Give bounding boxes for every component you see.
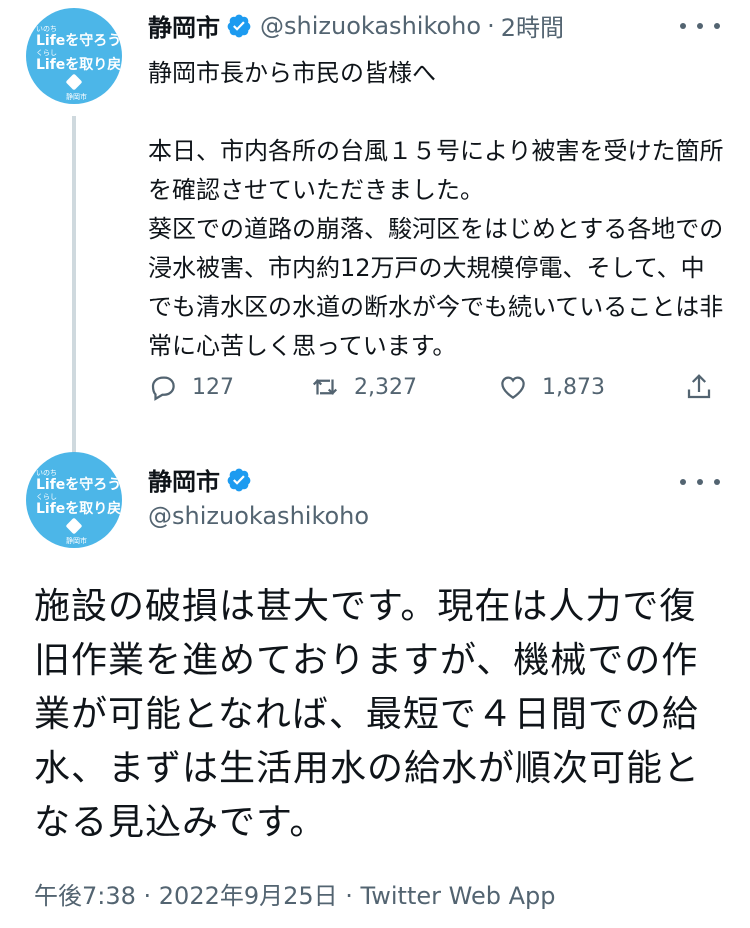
handle[interactable]: @shizuokashikoho bbox=[260, 12, 481, 40]
tweet-text: 施設の破損は甚大です。現在は人力で復旧作業を進めておりますが、機械での作業が可能… bbox=[34, 586, 701, 843]
tweet-time[interactable]: 2時間 bbox=[501, 8, 564, 43]
like-button[interactable]: 1,873 bbox=[498, 372, 605, 402]
share-button[interactable] bbox=[684, 372, 728, 402]
thread-connector bbox=[72, 116, 76, 460]
reply-button[interactable]: 127 bbox=[148, 372, 234, 402]
avatar[interactable]: いのち Lifeを守ろう くらし Lifeを取り戻そう 静岡市 bbox=[26, 8, 122, 104]
retweet-count: 2,327 bbox=[354, 374, 417, 400]
tweet-header: 静岡市 @shizuokashikoho · 2時間 bbox=[148, 8, 564, 43]
retweet-button[interactable]: 2,327 bbox=[310, 372, 417, 402]
reply-icon bbox=[151, 376, 175, 401]
verified-badge-icon bbox=[227, 468, 251, 491]
display-name[interactable]: 静岡市 bbox=[148, 8, 220, 43]
display-name[interactable]: 静岡市 bbox=[148, 462, 220, 497]
handle[interactable]: @shizuokashikoho bbox=[148, 502, 369, 530]
share-icon bbox=[687, 374, 711, 399]
city-emblem-icon bbox=[65, 73, 83, 91]
avatar[interactable]: いのち Lifeを守ろう くらし Lifeを取り戻そう 静岡市 bbox=[26, 452, 122, 548]
separator: · bbox=[487, 11, 495, 40]
more-icon[interactable] bbox=[680, 14, 720, 38]
reply-count: 127 bbox=[192, 374, 234, 400]
city-emblem-icon bbox=[65, 517, 83, 535]
like-icon bbox=[501, 376, 525, 399]
tweet-actions: 127 2,327 1,873 bbox=[148, 372, 718, 412]
verified-badge-icon bbox=[227, 14, 251, 37]
more-icon[interactable] bbox=[680, 470, 720, 494]
retweet-icon bbox=[312, 379, 338, 395]
tweet-text: 静岡市長から市民の皆様へ 本日、市内各所の台風１５号により被害を受けた箇所を確認… bbox=[148, 59, 724, 360]
tweet-timestamp[interactable]: 午後7:38 · 2022年9月25日 · Twitter Web App bbox=[34, 876, 555, 911]
like-count: 1,873 bbox=[542, 374, 605, 400]
tweet-header: 静岡市 bbox=[148, 462, 252, 497]
